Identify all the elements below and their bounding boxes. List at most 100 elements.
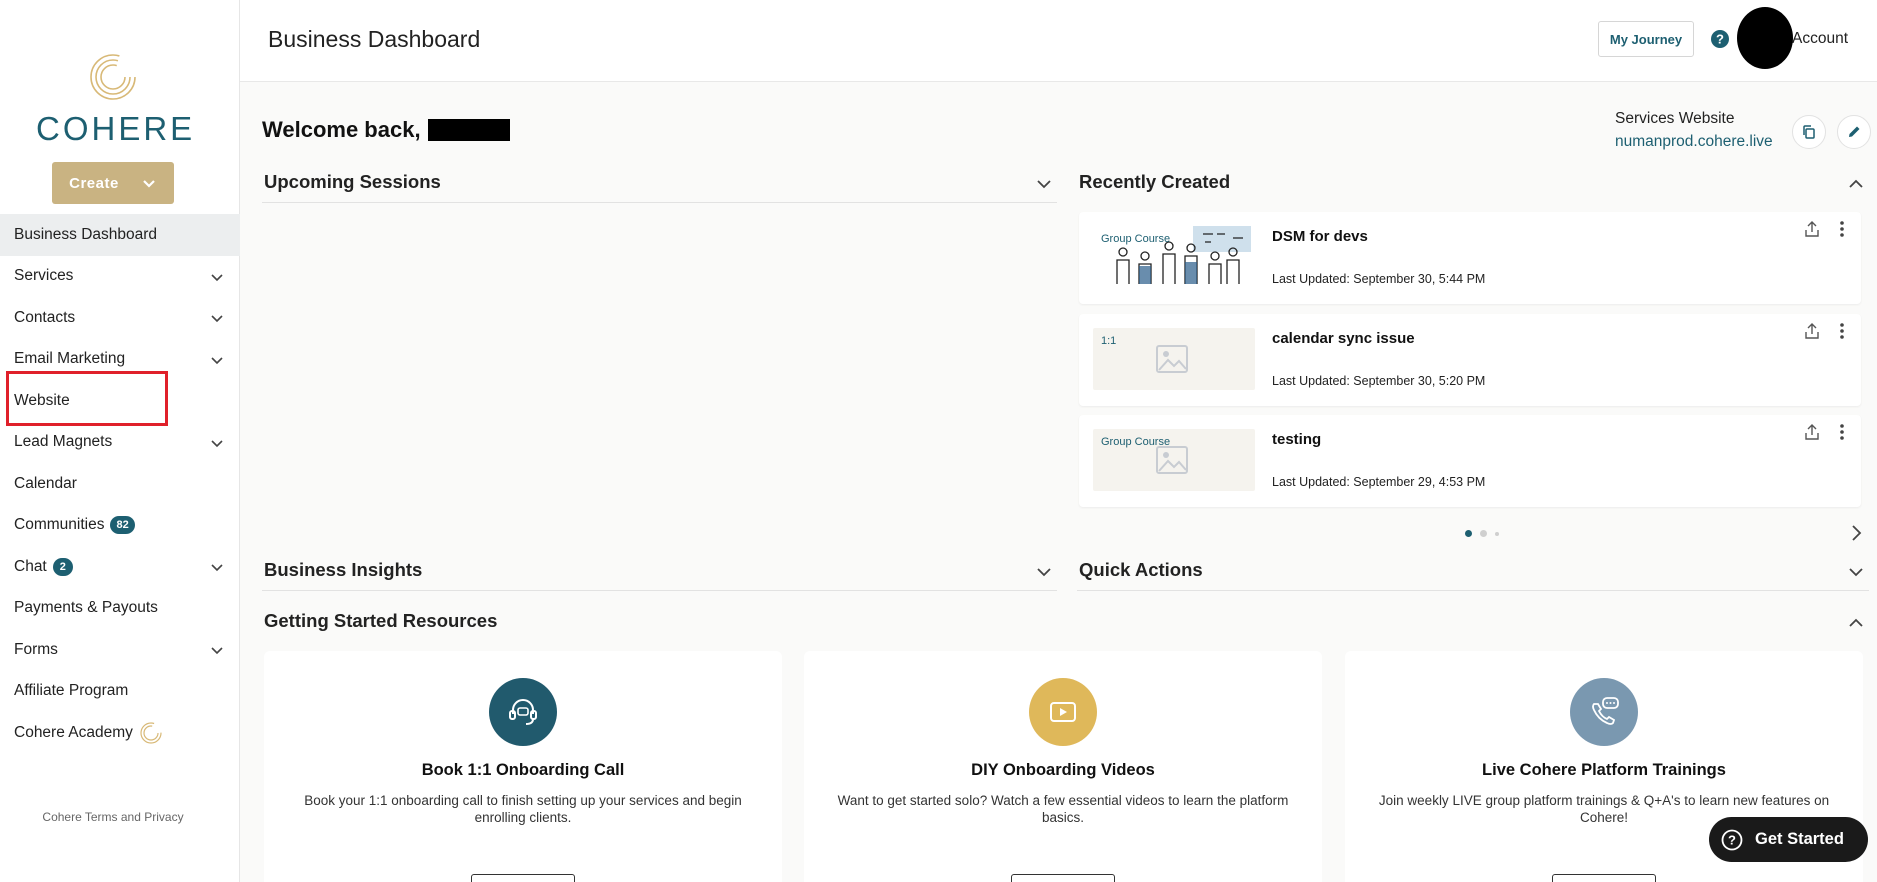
get-started-button[interactable]: ? Get Started [1709, 817, 1868, 862]
chevron-down-icon [143, 180, 155, 188]
sidebar-item-label: Contacts [14, 308, 76, 326]
business-insights-title: Business Insights [264, 559, 423, 580]
chevron-down-icon [211, 564, 223, 572]
sidebar-item-lead-magnets[interactable]: Lead Magnets [0, 422, 240, 464]
sidebar-item-communities[interactable]: Communities 82 [0, 505, 240, 547]
share-icon[interactable] [1803, 423, 1821, 441]
last-updated: Last Updated: September 30, 5:20 PM [1272, 374, 1486, 388]
sidebar-item-calendar[interactable]: Calendar [0, 463, 240, 505]
help-icon[interactable]: ? [1710, 29, 1730, 49]
welcome-heading: Welcome back, [262, 117, 421, 142]
more-vertical-icon[interactable] [1839, 220, 1845, 238]
more-vertical-icon[interactable] [1839, 322, 1845, 340]
resource-icon-circle [489, 678, 557, 746]
business-insights-header[interactable]: Business Insights [262, 551, 1057, 591]
recently-created-header[interactable]: Recently Created [1077, 163, 1869, 203]
top-header: Business Dashboard My Journey ? Account [240, 0, 1877, 82]
sidebar-item-website[interactable]: Website [0, 380, 240, 422]
resource-icon-circle [1029, 678, 1097, 746]
recent-card[interactable]: Group Course testing Last Updated: Septe… [1079, 415, 1861, 507]
sidebar-item-payments-payouts[interactable]: Payments & Payouts [0, 588, 240, 630]
cohere-academy-icon [140, 722, 162, 744]
course-title[interactable]: DSM for devs [1272, 228, 1368, 245]
chevron-down-icon [1037, 180, 1051, 189]
course-thumbnail: Group Course [1093, 226, 1255, 288]
video-play-icon [1050, 702, 1076, 722]
create-label: Create [69, 174, 119, 192]
carousel-dot[interactable] [1465, 530, 1472, 537]
get-started-label: Get Started [1755, 830, 1844, 848]
services-website-label: Services Website [1615, 110, 1735, 127]
sidebar-item-contacts[interactable]: Contacts [0, 297, 240, 339]
resource-title: DIY Onboarding Videos [971, 761, 1155, 779]
account-label[interactable]: Account [1792, 30, 1848, 48]
image-placeholder-icon [1156, 446, 1188, 474]
carousel-dots [1465, 530, 1499, 537]
resource-description: Book your 1:1 onboarding call to finish … [304, 793, 742, 825]
communities-badge: 82 [110, 516, 135, 535]
watch-videos-button[interactable] [1011, 874, 1115, 882]
more-vertical-icon[interactable] [1839, 423, 1845, 441]
course-title[interactable]: calendar sync issue [1272, 330, 1415, 347]
sidebar-item-label: Communities [14, 516, 105, 534]
course-type-tag: Group Course [1101, 233, 1171, 245]
sidebar-item-label: Business Dashboard [14, 225, 158, 243]
sidebar-item-business-dashboard[interactable]: Business Dashboard [0, 214, 240, 256]
chevron-up-icon [1849, 618, 1863, 627]
book-call-button[interactable] [471, 874, 575, 882]
sidebar-item-label: Forms [14, 640, 58, 658]
course-title[interactable]: testing [1272, 431, 1321, 448]
resource-title: Live Cohere Platform Trainings [1482, 761, 1726, 779]
cohere-logo-icon [90, 54, 136, 100]
terms-link[interactable]: Cohere Terms and Privacy [0, 810, 226, 824]
course-thumbnail: Group Course [1093, 429, 1255, 491]
avatar[interactable] [1737, 7, 1793, 69]
last-updated: Last Updated: September 30, 5:44 PM [1272, 272, 1486, 286]
carousel-dot[interactable] [1480, 530, 1487, 537]
resource-title: Book 1:1 Onboarding Call [421, 761, 625, 779]
sidebar-item-services[interactable]: Services [0, 256, 240, 298]
logo-text: COHERE [36, 110, 196, 147]
sidebar-item-chat[interactable]: Chat 2 [0, 546, 240, 588]
recent-card[interactable]: Group Course DSM for devs Last Updated: … [1079, 212, 1861, 304]
sidebar-item-affiliate-program[interactable]: Affiliate Program [0, 671, 240, 713]
getting-started-title: Getting Started Resources [264, 610, 498, 631]
share-icon[interactable] [1803, 220, 1821, 238]
resource-card-onboarding-call: Book 1:1 Onboarding Call Book your 1:1 o… [264, 651, 782, 882]
redacted-name [428, 119, 510, 141]
image-placeholder-icon [1156, 345, 1188, 373]
cohere-logo[interactable]: COHERE [36, 52, 192, 147]
getting-started-header[interactable]: Getting Started Resources [262, 602, 1869, 642]
chevron-right-icon[interactable] [1848, 524, 1864, 542]
help-circle-icon: ? [1721, 829, 1743, 850]
quick-actions-title: Quick Actions [1079, 559, 1203, 580]
share-icon[interactable] [1803, 322, 1821, 340]
sidebar-item-email-marketing[interactable]: Email Marketing [0, 339, 240, 381]
resource-card-diy-videos: DIY Onboarding Videos Want to get starte… [804, 651, 1322, 882]
resource-description: Want to get started solo? Watch a few es… [837, 793, 1289, 825]
sidebar-item-label: Lead Magnets [14, 433, 113, 451]
chevron-down-icon [211, 356, 223, 364]
chevron-down-icon [211, 439, 223, 447]
carousel-dot[interactable] [1495, 531, 1499, 536]
quick-actions-header[interactable]: Quick Actions [1077, 551, 1869, 591]
sidebar-item-label: Calendar [14, 474, 77, 492]
edit-website-button[interactable] [1837, 115, 1871, 149]
sidebar-item-label: Cohere Academy [14, 723, 133, 741]
resource-icon-circle [1570, 678, 1638, 746]
copy-link-button[interactable] [1792, 115, 1826, 149]
create-button[interactable]: Create [52, 162, 174, 204]
chevron-down-icon [211, 647, 223, 655]
pencil-icon [1849, 126, 1860, 137]
recent-card[interactable]: 1:1 calendar sync issue Last Updated: Se… [1079, 314, 1861, 406]
sidebar-item-cohere-academy[interactable]: Cohere Academy [0, 712, 240, 754]
chat-badge: 2 [52, 557, 73, 576]
sidebar-item-label: Website [14, 391, 70, 409]
join-training-button[interactable] [1552, 874, 1656, 882]
sidebar-item-label: Affiliate Program [14, 682, 129, 700]
services-website-link[interactable]: numanprod.cohere.live [1615, 133, 1773, 151]
upcoming-sessions-header[interactable]: Upcoming Sessions [262, 163, 1057, 203]
sidebar-item-forms[interactable]: Forms [0, 629, 240, 671]
recently-created-title: Recently Created [1079, 171, 1231, 192]
my-journey-button[interactable]: My Journey [1598, 21, 1694, 57]
